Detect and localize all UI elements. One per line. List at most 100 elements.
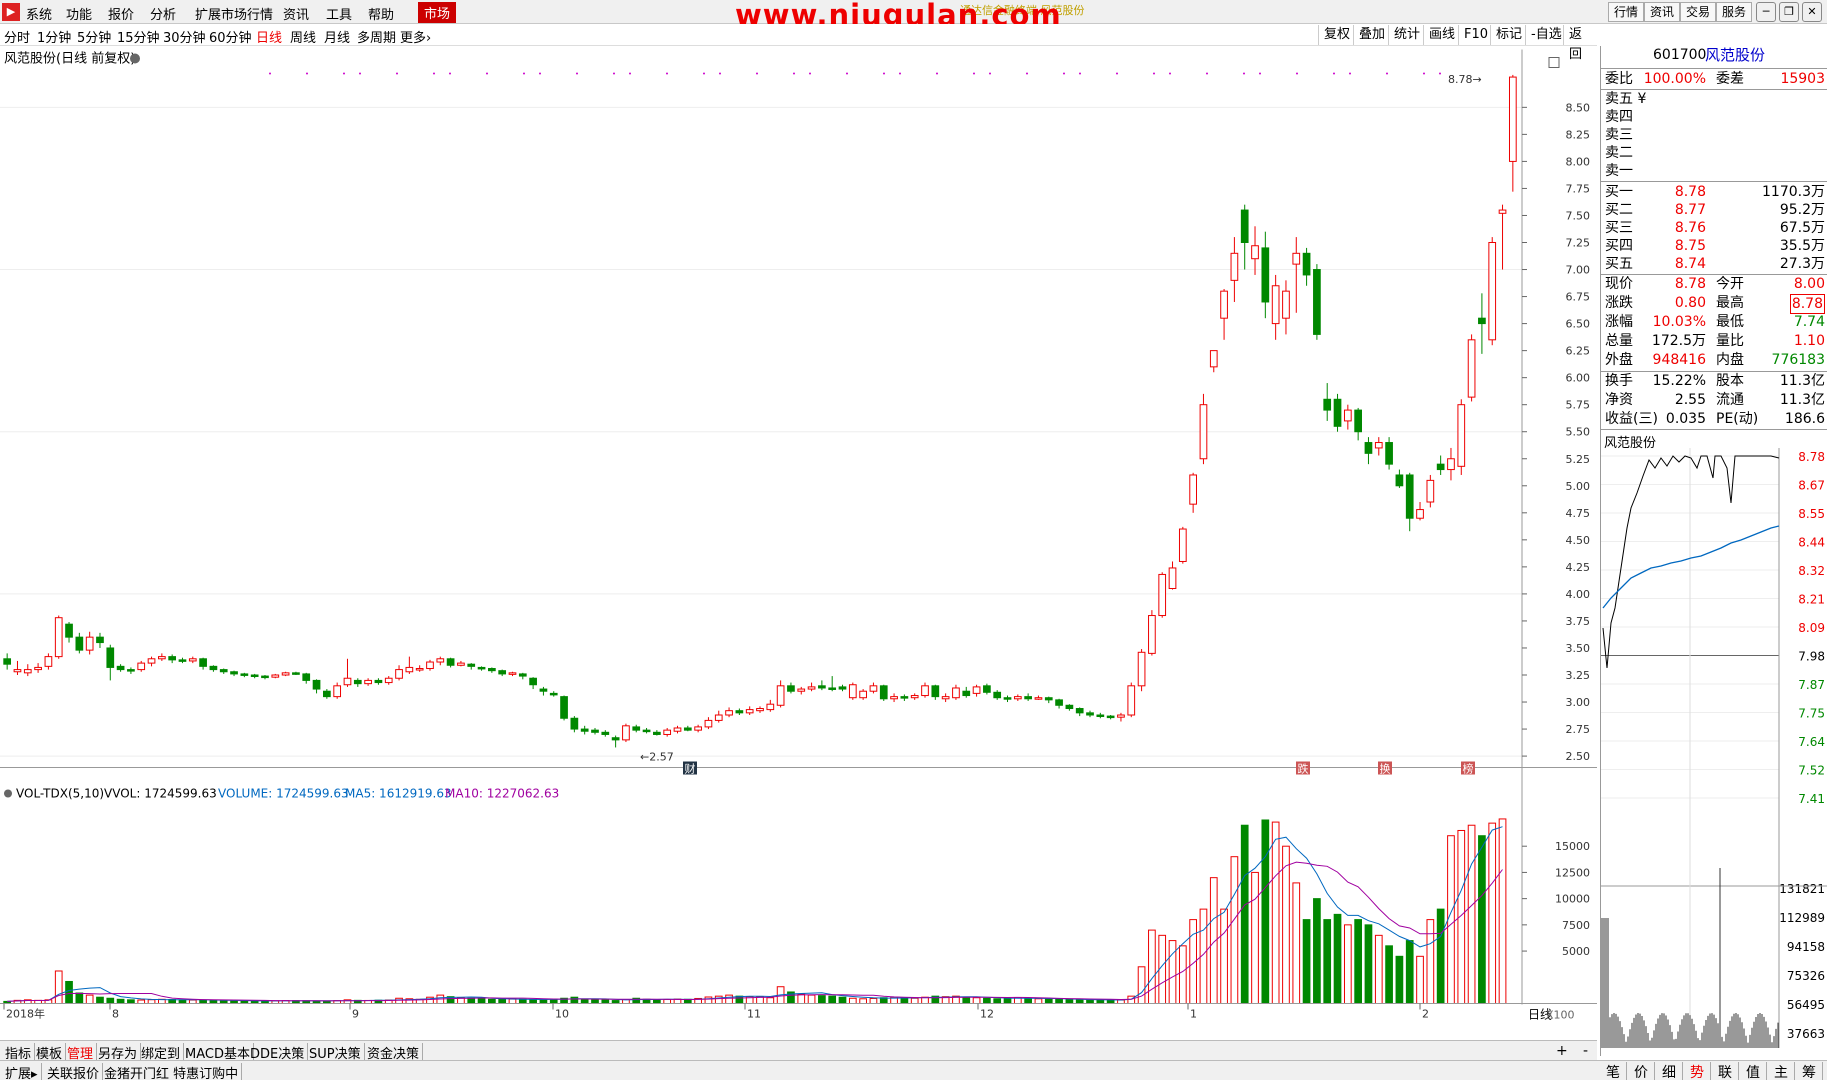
marker-dot bbox=[269, 72, 271, 75]
candle-body bbox=[673, 727, 682, 732]
tool-stats[interactable]: 统计 bbox=[1388, 25, 1425, 45]
candle-body bbox=[1385, 442, 1393, 465]
zoom-in-icon[interactable]: + bbox=[1556, 1043, 1568, 1059]
volume-bar bbox=[1096, 999, 1105, 1005]
tool-mark[interactable]: 标记 bbox=[1490, 25, 1527, 45]
candle-body bbox=[838, 686, 847, 690]
period-weekly[interactable]: 周线 bbox=[290, 27, 316, 46]
candle-body bbox=[34, 666, 42, 671]
candle-body bbox=[281, 672, 290, 676]
status-expand[interactable]: 扩展▸ bbox=[2, 1063, 42, 1080]
marker-dot bbox=[666, 72, 668, 75]
period-1min[interactable]: 1分钟 bbox=[37, 27, 71, 46]
tool-quote-button[interactable]: 行情 bbox=[1608, 2, 1645, 22]
candle bbox=[1282, 280, 1290, 335]
rtab-price[interactable]: 价 bbox=[1628, 1062, 1655, 1080]
candle-body bbox=[384, 677, 393, 684]
candle-body bbox=[1075, 708, 1084, 714]
volume-bar bbox=[714, 995, 723, 1005]
tool-info-button[interactable]: 资讯 bbox=[1644, 2, 1681, 22]
close-icon[interactable]: ✕ bbox=[1802, 2, 1822, 22]
restore-icon[interactable]: ❐ bbox=[1779, 2, 1799, 22]
intraday-mini-chart[interactable]: 8.78 8.67 8.55 8.44 8.32 8.21 8.09 7.98 7.87 7.75… bbox=[1601, 448, 1827, 1053]
candle bbox=[1003, 695, 1012, 703]
tool-back[interactable]: 返回 bbox=[1563, 25, 1597, 62]
y-tick-label: 7.25 bbox=[1566, 237, 1591, 250]
candle bbox=[1364, 437, 1373, 465]
period-daily-active[interactable]: 日线 bbox=[256, 27, 282, 46]
tool-draw[interactable]: 画线 bbox=[1423, 25, 1460, 45]
vol-dropdown-icon[interactable] bbox=[4, 789, 12, 798]
tool-watchlist[interactable]: -自选 bbox=[1525, 25, 1567, 45]
tool-f10[interactable]: F10 bbox=[1458, 25, 1493, 45]
candle bbox=[1436, 455, 1445, 475]
menu-info[interactable]: 资讯 bbox=[283, 4, 309, 23]
candle bbox=[1096, 712, 1105, 719]
menu-system[interactable]: 系统 bbox=[26, 4, 52, 23]
period-multi[interactable]: 多周期 bbox=[357, 27, 396, 46]
menu-quote[interactable]: 报价 bbox=[108, 4, 134, 23]
period-more[interactable]: 更多› bbox=[400, 27, 431, 46]
menu-help[interactable]: 帮助 bbox=[368, 4, 394, 23]
minimize-icon[interactable]: ─ bbox=[1756, 2, 1776, 22]
candle-body bbox=[797, 688, 806, 692]
rtab-link[interactable]: 联 bbox=[1712, 1062, 1739, 1080]
candle bbox=[1158, 572, 1167, 618]
candle bbox=[1209, 350, 1218, 373]
period-monthly[interactable]: 月线 bbox=[324, 27, 350, 46]
candle-body bbox=[993, 691, 1002, 699]
kline-chart[interactable]: 8.50 8.25 8.00 7.75 7.50 7.25 7.00 6.75 6.50 6.25… bbox=[0, 46, 1597, 1047]
status-related-quote[interactable]: 关联报价 bbox=[44, 1063, 104, 1080]
tool-overlay[interactable]: 叠加 bbox=[1353, 25, 1390, 45]
bid5-price: 8.74 bbox=[1674, 256, 1706, 272]
menu-analysis[interactable]: 分析 bbox=[150, 4, 176, 23]
menu-ext-market[interactable]: 扩展市场行情 bbox=[195, 4, 273, 23]
panel-toggle-icon[interactable] bbox=[1548, 57, 1560, 68]
mini-vol-label: 112989 bbox=[1779, 911, 1825, 925]
tool-trade-button[interactable]: 交易 bbox=[1680, 2, 1717, 22]
status-promo[interactable]: 金猪开门红 特惠订购中 bbox=[101, 1063, 243, 1080]
candle-body bbox=[1457, 404, 1466, 467]
candle bbox=[1013, 694, 1022, 701]
candle bbox=[776, 680, 785, 708]
rtab-note[interactable]: 笔 bbox=[1600, 1062, 1627, 1080]
candle-body bbox=[1220, 290, 1228, 319]
menu-market-active[interactable]: 市场 bbox=[418, 2, 457, 23]
candle-body bbox=[426, 661, 434, 670]
period-5min[interactable]: 5分钟 bbox=[77, 27, 111, 46]
rtab-trend[interactable]: 势 bbox=[1684, 1062, 1711, 1080]
volume-bar bbox=[518, 998, 527, 1005]
zoom-out-icon[interactable]: - bbox=[1583, 1043, 1588, 1059]
rtab-value[interactable]: 值 bbox=[1740, 1062, 1767, 1080]
rtab-main[interactable]: 主 bbox=[1768, 1062, 1795, 1080]
candle bbox=[539, 686, 548, 696]
volume-bar bbox=[1313, 898, 1321, 1004]
period-30min[interactable]: 30分钟 bbox=[163, 27, 206, 46]
y-tick-label: 5.75 bbox=[1566, 399, 1591, 412]
period-15min[interactable]: 15分钟 bbox=[117, 27, 160, 46]
mini-vol-label: 56495 bbox=[1787, 998, 1825, 1012]
tool-service-button[interactable]: 服务 bbox=[1716, 2, 1753, 22]
candle-body bbox=[807, 686, 816, 690]
period-intraday[interactable]: 分时 bbox=[4, 27, 30, 46]
candle-body bbox=[1137, 651, 1146, 687]
candle bbox=[683, 725, 692, 732]
period-60min[interactable]: 60分钟 bbox=[209, 27, 252, 46]
candle bbox=[549, 691, 558, 697]
candle bbox=[292, 671, 300, 675]
candle bbox=[580, 725, 589, 735]
period-bar: 分时 1分钟 5分钟 15分钟 30分钟 60分钟 日线 周线 月线 多周期 更… bbox=[0, 24, 1597, 62]
marker-dot bbox=[1296, 72, 1298, 75]
tool-adjust[interactable]: 复权 bbox=[1318, 25, 1355, 45]
rtab-chip[interactable]: 筹 bbox=[1796, 1062, 1823, 1080]
candle-body bbox=[250, 674, 259, 677]
marker-dot bbox=[613, 72, 615, 75]
candle-body bbox=[1374, 442, 1383, 449]
volume-bar bbox=[766, 997, 775, 1004]
menu-function[interactable]: 功能 bbox=[66, 4, 92, 23]
rtab-detail[interactable]: 细 bbox=[1656, 1062, 1683, 1080]
candle-body bbox=[23, 669, 32, 674]
volume-bar bbox=[663, 999, 672, 1005]
menu-tools[interactable]: 工具 bbox=[326, 4, 352, 23]
title-dropdown-icon[interactable] bbox=[130, 53, 140, 64]
